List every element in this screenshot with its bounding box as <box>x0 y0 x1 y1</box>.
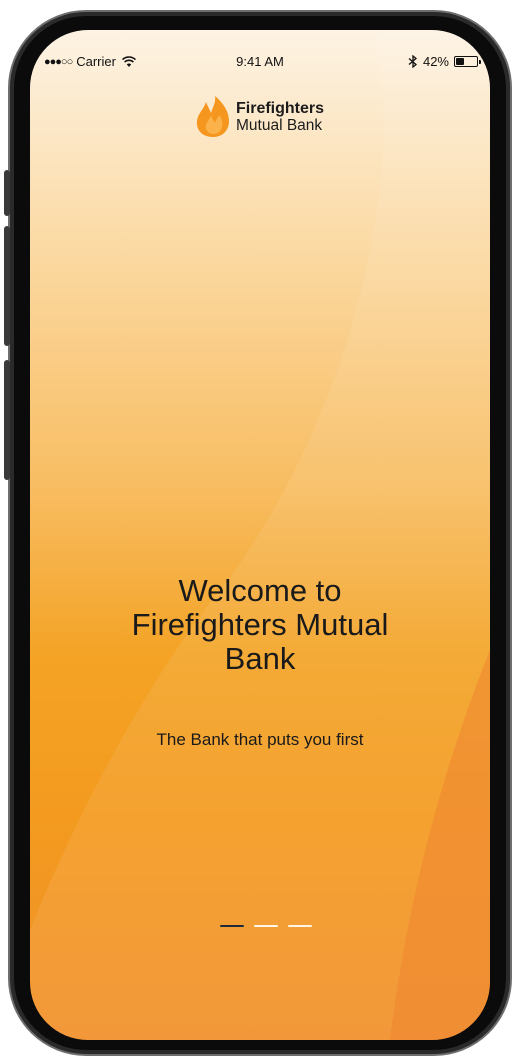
welcome-title: Welcome to Firefighters Mutual Bank <box>131 573 389 676</box>
page-indicator-dash-2[interactable] <box>254 925 278 927</box>
mute-switch <box>4 170 10 216</box>
page-indicator[interactable] <box>220 925 322 927</box>
volume-up-button <box>4 226 10 346</box>
background-waves <box>30 30 490 1040</box>
logo-text: Firefighters Mutual Bank <box>236 100 324 134</box>
phone-screen[interactable]: ●●●○○ Carrier 9:41 AM 42% Firefighters M… <box>30 30 490 1040</box>
logo-name-line2: Mutual Bank <box>236 117 323 134</box>
battery-icon <box>454 56 481 67</box>
battery-percent: 42% <box>422 54 449 69</box>
battery-cap <box>479 60 481 64</box>
page: ●●●○○ Carrier 9:41 AM 42% Firefighters M… <box>0 0 516 1061</box>
status-right: 42% <box>408 54 481 69</box>
status-bar: ●●●○○ Carrier 9:41 AM 42% <box>30 52 490 72</box>
volume-down-button <box>4 360 10 480</box>
logo-name-line1: Firefighters <box>236 100 325 117</box>
flame-icon <box>196 96 229 137</box>
page-indicator-dash-1[interactable] <box>220 925 244 927</box>
page-indicator-dash-3[interactable] <box>288 925 312 927</box>
bluetooth-icon <box>408 55 417 68</box>
bank-logo: Firefighters Mutual Bank <box>194 96 324 138</box>
battery-fill <box>456 58 464 65</box>
welcome-subtitle: The Bank that puts you first <box>156 730 364 749</box>
